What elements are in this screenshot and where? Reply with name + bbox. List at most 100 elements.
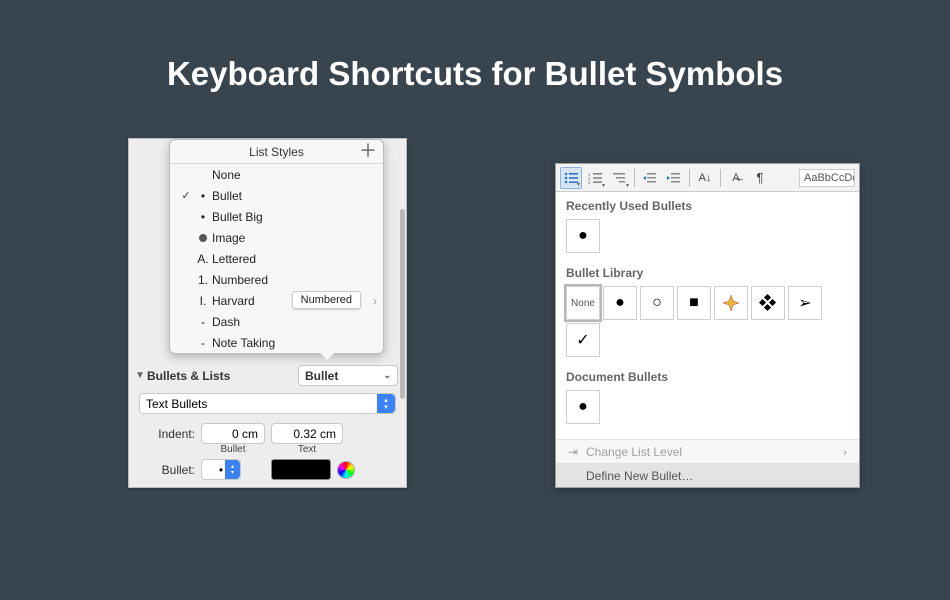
- list-style-item[interactable]: Image: [170, 227, 383, 248]
- bullet-option[interactable]: ■: [677, 286, 711, 320]
- bullet-preview-icon: A.: [194, 252, 212, 266]
- indent-bullet-value: 0 cm: [232, 427, 258, 441]
- add-style-button[interactable]: ＋: [359, 142, 377, 160]
- list-style-item[interactable]: A.Lettered: [170, 248, 383, 269]
- list-style-label: Dash: [212, 315, 377, 329]
- list-style-label: Lettered: [212, 252, 377, 266]
- define-new-label: Define New Bullet…: [568, 469, 693, 483]
- indent-text-value: 0.32 cm: [293, 427, 336, 441]
- list-style-item[interactable]: I.HarvardNumbered›: [170, 290, 383, 311]
- bullet-preview-icon: 1.: [194, 273, 212, 287]
- list-style-item[interactable]: -Note Taking: [170, 332, 383, 353]
- list-style-label: Numbered: [212, 273, 377, 287]
- bullet-preview-icon: •: [194, 210, 212, 224]
- bullet-char-value: •: [219, 463, 223, 477]
- section-title: Bullets & Lists: [147, 369, 230, 383]
- col-bullet-label: Bullet: [201, 444, 265, 455]
- bulleted-list-button[interactable]: ▾: [560, 167, 582, 189]
- popover-header: List Styles ＋: [170, 140, 383, 164]
- bullet-char-dropdown[interactable]: • ▴▾: [201, 459, 241, 480]
- scrollbar-thumb[interactable]: [400, 209, 405, 399]
- sort-button[interactable]: A↓: [694, 167, 716, 189]
- section-library-label: Bullet Library: [556, 259, 859, 284]
- col-text-label: Text: [271, 444, 343, 455]
- list-style-item[interactable]: •Bullet Big: [170, 206, 383, 227]
- show-marks-button[interactable]: ¶: [749, 167, 771, 189]
- mac-inspector-panel: ▼ Bullets & Lists Bullet ⌄ Text Bullets …: [128, 138, 407, 488]
- bullet-option[interactable]: ●: [603, 286, 637, 320]
- list-style-label: Image: [212, 231, 377, 245]
- bullet-option[interactable]: ●: [566, 219, 600, 253]
- stepper-arrows-icon: ▴▾: [377, 394, 395, 413]
- increase-indent-button[interactable]: [663, 167, 685, 189]
- popover-title: List Styles: [249, 145, 304, 159]
- scrollbar[interactable]: [399, 139, 406, 487]
- bullet-type-value: Text Bullets: [146, 397, 207, 411]
- list-styles-popover: List Styles ＋ None✓•Bullet•Bullet BigIma…: [169, 139, 384, 354]
- indent-bullet-field[interactable]: 0 cm: [201, 423, 265, 444]
- bullet-type-dropdown[interactable]: Text Bullets ▴▾: [139, 393, 396, 414]
- chevron-down-icon: ▾: [626, 182, 629, 189]
- list-style-label: Note Taking: [212, 336, 377, 350]
- bullet-preview-icon: [194, 231, 212, 245]
- bullet-option[interactable]: None: [566, 286, 600, 320]
- bullet-option[interactable]: [714, 286, 748, 320]
- bullet-preview-icon: •: [194, 189, 212, 203]
- separator: [634, 169, 635, 187]
- list-style-item[interactable]: -Dash: [170, 311, 383, 332]
- list-style-item[interactable]: None: [170, 164, 383, 185]
- change-level-label: Change List Level: [586, 445, 682, 459]
- color-wheel-icon[interactable]: [337, 461, 355, 479]
- chevron-right-icon: ›: [843, 445, 847, 459]
- indent-label: Indent:: [139, 427, 195, 441]
- svg-text:3: 3: [588, 180, 591, 184]
- indent-icon: ⇥: [568, 445, 586, 459]
- section-recent-label: Recently Used Bullets: [556, 192, 859, 217]
- list-style-label: None: [212, 168, 377, 182]
- section-header-bullets-lists[interactable]: ▼ Bullets & Lists Bullet ⌄: [129, 361, 406, 390]
- bullet-preview-icon: I.: [194, 294, 212, 308]
- list-style-dropdown[interactable]: Bullet ⌄: [298, 365, 398, 386]
- list-style-item[interactable]: ✓•Bullet: [170, 185, 383, 206]
- list-style-label: Bullet: [212, 189, 377, 203]
- numbered-list-button[interactable]: 123 ▾: [584, 167, 606, 189]
- style-preview[interactable]: AaBbCcDc: [799, 169, 855, 187]
- word-ribbon: ▾ 123 ▾ ▾ A↓ A̶ ¶ AaBbCcDc: [556, 164, 859, 192]
- bullet-char-label: Bullet:: [139, 463, 195, 477]
- disclosure-triangle-icon: ▼: [133, 370, 147, 381]
- bullet-option[interactable]: ➢: [788, 286, 822, 320]
- recent-bullets-grid: ●: [556, 217, 859, 259]
- stepper-arrows-icon: ▴▾: [225, 460, 240, 479]
- define-new-bullet-item[interactable]: Define New Bullet…: [556, 463, 859, 487]
- chevron-down-icon: ▾: [602, 182, 605, 189]
- panel-footer: ⇥ Change List Level › Define New Bullet…: [556, 439, 859, 487]
- tooltip: Numbered: [292, 291, 361, 309]
- document-bullets-grid: ●: [556, 388, 859, 430]
- multilevel-list-button[interactable]: ▾: [608, 167, 630, 189]
- bullet-option[interactable]: [751, 286, 785, 320]
- bullet-option[interactable]: ●: [566, 390, 600, 424]
- page-title: Keyboard Shortcuts for Bullet Symbols: [0, 55, 950, 93]
- section-document-label: Document Bullets: [556, 363, 859, 388]
- chevron-down-icon: ⌄: [383, 370, 391, 381]
- change-list-level-item: ⇥ Change List Level ›: [556, 439, 859, 463]
- list-style-item[interactable]: 1.Numbered: [170, 269, 383, 290]
- none-label: None: [571, 298, 595, 309]
- decrease-indent-button[interactable]: [639, 167, 661, 189]
- checkmark-icon: ✓: [178, 189, 194, 202]
- bullet-preview-icon: -: [194, 336, 212, 350]
- bullet-preview-icon: -: [194, 315, 212, 329]
- word-bullet-panel: ▾ 123 ▾ ▾ A↓ A̶ ¶ AaBbCcDc Recently Used…: [555, 163, 860, 488]
- separator: [720, 169, 721, 187]
- color-swatch[interactable]: [271, 459, 331, 480]
- list-style-value: Bullet: [305, 369, 338, 383]
- bullet-option[interactable]: ○: [640, 286, 674, 320]
- chevron-right-icon: ›: [373, 294, 377, 308]
- chevron-down-icon: ▾: [577, 181, 580, 188]
- bullet-option[interactable]: ✓: [566, 323, 600, 357]
- bullet-library-grid: None ●○■ ➢ ✓: [556, 284, 859, 363]
- list-style-label: Bullet Big: [212, 210, 377, 224]
- separator: [689, 169, 690, 187]
- indent-text-field[interactable]: 0.32 cm: [271, 423, 343, 444]
- clear-formatting-button[interactable]: A̶: [725, 167, 747, 189]
